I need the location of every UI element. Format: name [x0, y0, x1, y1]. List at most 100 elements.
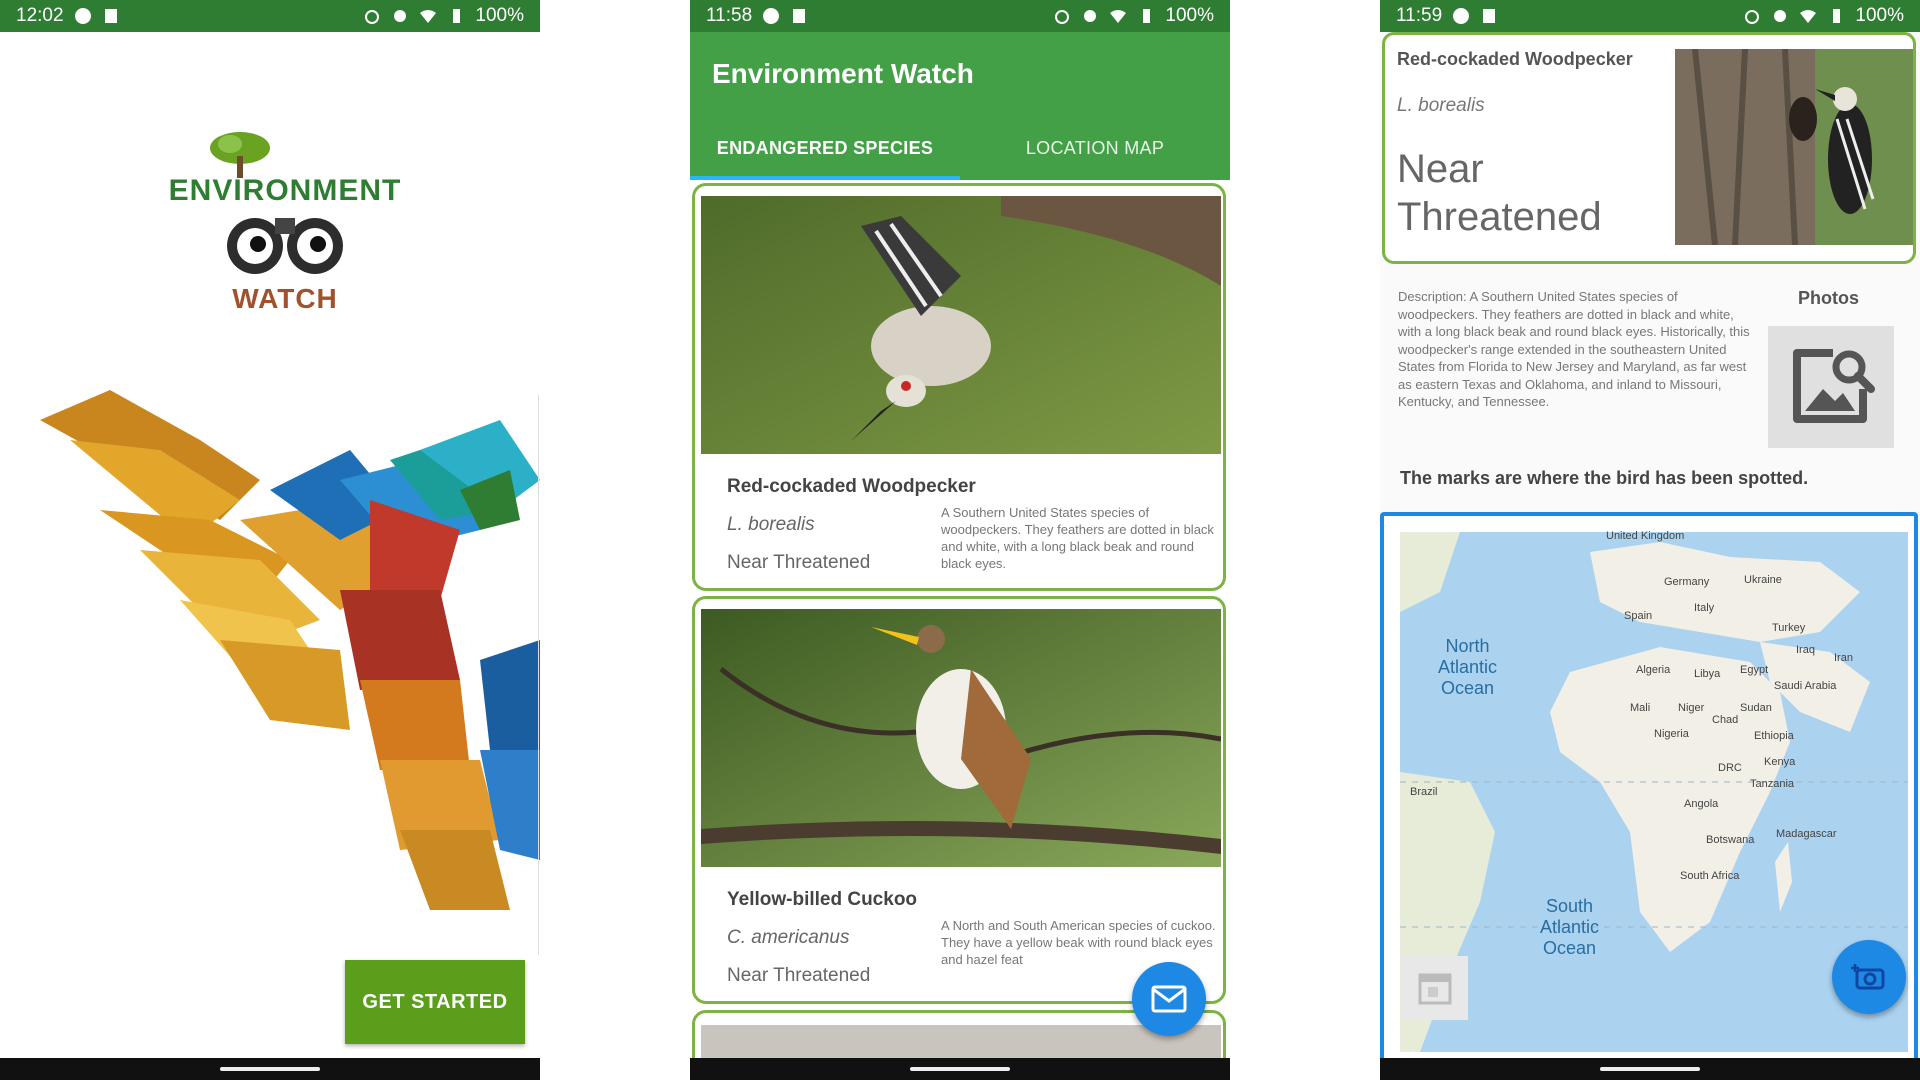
- map-country-label: Algeria: [1636, 664, 1671, 676]
- species-card[interactable]: Yellow-billed Cuckoo C. americanus Near …: [692, 596, 1226, 1004]
- map-ocean-label: North Atlantic Ocean: [1438, 636, 1498, 698]
- map-country-label: DRC: [1718, 762, 1742, 774]
- system-navigation-bar: [0, 1058, 540, 1080]
- low-poly-parrot-illustration: [40, 390, 540, 910]
- species-name: Red-cockaded Woodpecker: [1397, 49, 1633, 69]
- species-detail-screen: 11:59 100% Red-cockaded Woodpecker L. bo…: [1380, 0, 1920, 1080]
- map-country-label: Brazil: [1410, 786, 1438, 798]
- app-notification-icon: [763, 8, 780, 24]
- tab-indicator: [690, 176, 960, 180]
- map-country-label: Botswana: [1706, 834, 1755, 846]
- email-icon: [1151, 985, 1187, 1013]
- species-description: A North and South American species of cu…: [941, 918, 1216, 967]
- map-country-label: Mali: [1630, 702, 1651, 714]
- map-country-label: Angola: [1684, 798, 1719, 810]
- home-gesture-pill[interactable]: [220, 1067, 320, 1071]
- species-name: Yellow-billed Cuckoo: [727, 889, 918, 910]
- species-status: Near Threatened: [727, 965, 871, 986]
- species-name: Red-cockaded Woodpecker: [727, 476, 976, 497]
- species-card[interactable]: Red-cockaded Woodpecker L. borealis Near…: [692, 183, 1226, 591]
- map-country-label: Kenya: [1764, 756, 1796, 768]
- app-notification-icon: [1453, 8, 1470, 24]
- map-ocean-label: South Atlantic Ocean: [1540, 896, 1600, 958]
- map-country-label: Spain: [1624, 610, 1653, 622]
- status-bar: 12:02 100%: [0, 0, 540, 32]
- species-list-screen: 11:58 100% Environment Watch ENDANGERED …: [690, 0, 1230, 1080]
- add-camera-icon: [1851, 964, 1885, 990]
- home-gesture-pill[interactable]: [1600, 1067, 1700, 1071]
- species-header-card: Red-cockaded Woodpecker L. borealis Near…: [1382, 32, 1916, 264]
- sd-card-icon: [793, 9, 806, 23]
- status-time: 11:59: [1396, 5, 1443, 26]
- species-scientific-name: C. americanus: [727, 927, 850, 948]
- sd-card-icon: [1483, 9, 1496, 23]
- alarm-icon: [365, 10, 380, 24]
- map-country-label: Ethiopia: [1754, 730, 1794, 742]
- species-status: Near Threatened: [727, 552, 871, 573]
- map-country-label: United Kingdom: [1606, 530, 1685, 542]
- add-photo-fab[interactable]: [1832, 940, 1906, 1014]
- wifi-icon: [420, 10, 437, 23]
- system-navigation-bar: [690, 1058, 1230, 1080]
- data-saver-icon: [1084, 10, 1097, 22]
- send-email-fab[interactable]: [1132, 962, 1206, 1036]
- map-country-label: Chad: [1712, 714, 1739, 726]
- logo-text-watch: WATCH: [232, 283, 338, 314]
- map-country-label: Germany: [1664, 576, 1710, 588]
- app-notification-icon: [74, 8, 91, 24]
- welcome-screen: 12:02 100% ENVIRONMENT WATCH GET STARTED: [0, 0, 540, 1080]
- map-country-label: Sudan: [1740, 702, 1772, 714]
- alarm-icon: [1745, 10, 1760, 24]
- environment-watch-logo: ENVIRONMENT WATCH: [160, 130, 410, 330]
- tab-endangered-species[interactable]: ENDANGERED SPECIES: [690, 116, 960, 180]
- battery-icon: [1833, 9, 1841, 23]
- system-navigation-bar: [1380, 1058, 1920, 1080]
- get-started-button[interactable]: GET STARTED: [345, 960, 525, 1044]
- map-country-label: Iran: [1834, 652, 1853, 664]
- wifi-icon: [1110, 10, 1127, 23]
- wifi-icon: [1800, 10, 1817, 23]
- logo-text-environment: ENVIRONMENT: [168, 174, 402, 207]
- calendar-icon: [1418, 973, 1452, 1005]
- map-caption: The marks are where the bird has been sp…: [1400, 468, 1809, 488]
- map-country-label: Turkey: [1772, 622, 1806, 634]
- image-search-icon: [1793, 349, 1875, 423]
- species-status: Near Threatened: [1397, 147, 1602, 239]
- app-bar: Environment Watch ENDANGERED SPECIES LOC…: [690, 32, 1230, 180]
- photos-label: Photos: [1798, 288, 1859, 308]
- status-time: 11:58: [706, 5, 753, 26]
- data-saver-icon: [1774, 10, 1787, 22]
- map-country-label: Ukraine: [1744, 574, 1782, 586]
- map-country-label: Tanzania: [1750, 778, 1795, 790]
- photos-button[interactable]: [1768, 326, 1894, 448]
- battery-level: 100%: [475, 5, 524, 26]
- battery-level: 100%: [1165, 5, 1214, 26]
- home-gesture-pill[interactable]: [910, 1067, 1010, 1071]
- map-country-label: Iraq: [1796, 644, 1815, 656]
- tab-bar: ENDANGERED SPECIES LOCATION MAP: [690, 116, 1230, 180]
- species-description: A Southern United States species of wood…: [941, 505, 1214, 571]
- tree-icon: [210, 132, 270, 178]
- divider: [538, 395, 539, 955]
- battery-level: 100%: [1855, 5, 1904, 26]
- map-country-label: Niger: [1678, 702, 1705, 714]
- date-filter-button[interactable]: [1402, 956, 1468, 1020]
- map-country-label: Italy: [1694, 602, 1715, 614]
- woodpecker-photo: [701, 196, 1221, 454]
- species-description: Description: A Southern United States sp…: [1398, 289, 1750, 409]
- map-country-label: Nigeria: [1654, 728, 1689, 740]
- species-scientific-name: L. borealis: [727, 514, 815, 535]
- data-saver-icon: [394, 10, 407, 22]
- map-country-label: Libya: [1694, 668, 1721, 680]
- map-country-label: Madagascar: [1776, 828, 1837, 840]
- app-title: Environment Watch: [712, 58, 974, 89]
- map-country-label: South Africa: [1680, 870, 1740, 882]
- map-country-label: Saudi Arabia: [1774, 680, 1837, 692]
- status-bar: 11:58 100%: [690, 0, 1230, 32]
- sightings-map[interactable]: North Atlantic Ocean South Atlantic Ocea…: [1380, 512, 1918, 1062]
- sd-card-icon: [104, 9, 117, 23]
- map-country-label: Egypt: [1740, 664, 1769, 676]
- tab-location-map[interactable]: LOCATION MAP: [960, 116, 1230, 180]
- woodpecker-photo: [1675, 49, 1913, 245]
- alarm-icon: [1055, 10, 1070, 24]
